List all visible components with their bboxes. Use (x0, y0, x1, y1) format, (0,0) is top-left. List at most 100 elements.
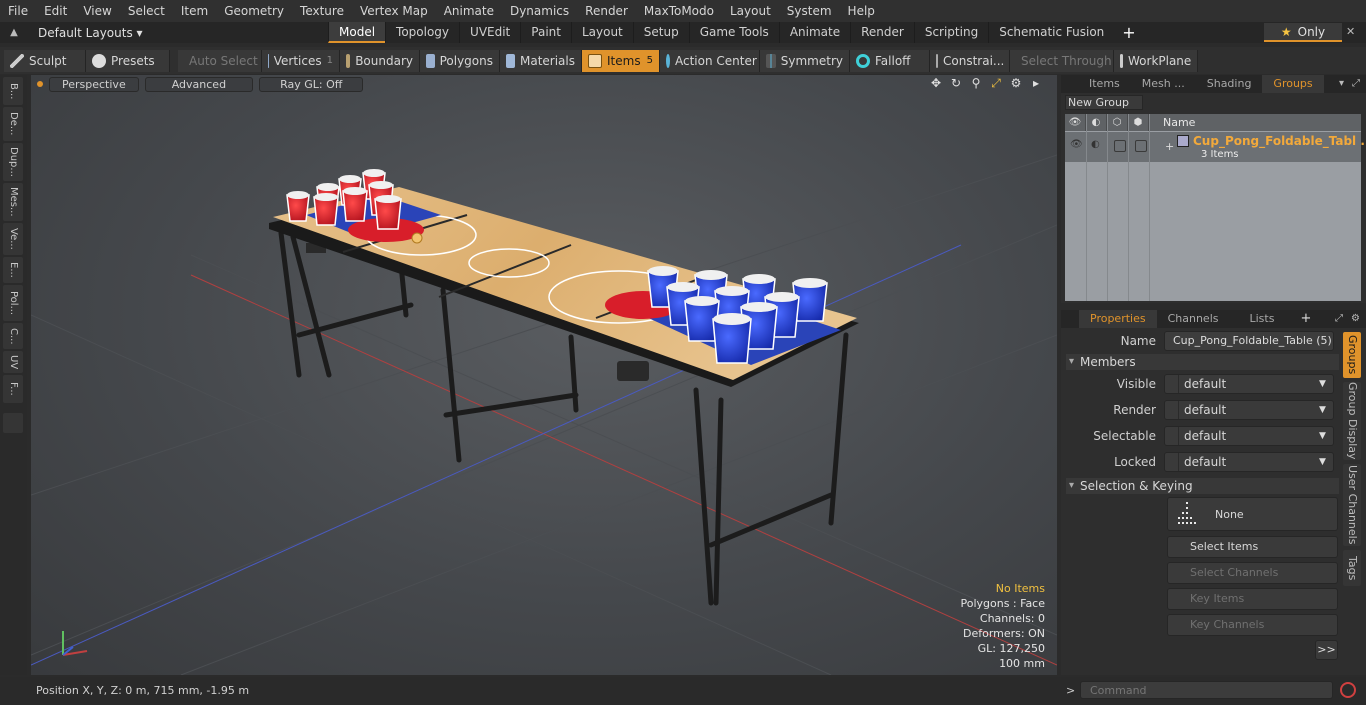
row-lock-checkbox[interactable] (1135, 140, 1147, 152)
none-button[interactable]: None (1167, 497, 1338, 531)
panel-menu-icon[interactable]: ▾ (1339, 75, 1344, 93)
maximize-icon[interactable]: ⤢ (989, 76, 1003, 91)
items-button[interactable]: Items 5 (582, 49, 660, 72)
menu-help[interactable]: Help (840, 0, 883, 22)
raygl-button[interactable]: Ray GL: Off (259, 76, 364, 92)
left-tab-polygon[interactable]: Pol... (3, 285, 23, 321)
command-input[interactable] (1080, 681, 1333, 699)
menu-vertex-map[interactable]: Vertex Map (352, 0, 436, 22)
left-tab-vertex[interactable]: Ve... (3, 223, 23, 255)
vtab-user-channels[interactable]: User Channels (1343, 464, 1361, 546)
lock-cube-icon[interactable]: ⬢ (1128, 114, 1149, 131)
members-section[interactable]: Members (1066, 354, 1339, 370)
viewport-dot-icon[interactable] (37, 81, 43, 87)
constraints-button[interactable]: Constrai... (930, 49, 1010, 72)
menu-texture[interactable]: Texture (292, 0, 352, 22)
select-channels-button[interactable]: Select Channels (1167, 562, 1338, 584)
record-icon[interactable] (1340, 682, 1356, 698)
vtab-tags[interactable]: Tags (1343, 550, 1361, 586)
close-icon[interactable]: ✕ (1346, 25, 1355, 38)
left-tab-edge[interactable]: E... (3, 257, 23, 283)
menu-animate[interactable]: Animate (436, 0, 502, 22)
menu-edit[interactable]: Edit (36, 0, 75, 22)
vtab-group-display[interactable]: Group Display (1343, 382, 1361, 460)
menu-select[interactable]: Select (120, 0, 173, 22)
rotate-view-icon[interactable]: ↻ (949, 76, 963, 91)
tab-scripting[interactable]: Scripting (913, 22, 988, 43)
props-expand-icon[interactable]: ⤢ (1335, 310, 1343, 328)
materials-button[interactable]: Materials (500, 49, 582, 72)
3d-viewport[interactable]: Perspective Advanced Ray GL: Off ✥ ↻ ⚲ ⤢… (31, 75, 1057, 675)
left-tab-fusion[interactable]: F... (3, 375, 23, 403)
left-tab-deform[interactable]: De... (3, 107, 23, 141)
layout-up-icon[interactable]: ▲ (0, 27, 28, 38)
viewport-arrow-icon[interactable]: ▸ (1029, 76, 1043, 91)
workplane-button[interactable]: WorkPlane (1114, 49, 1198, 72)
visibility-eye-icon[interactable]: 👁 (1065, 114, 1086, 131)
new-group-button[interactable]: New Group (1065, 95, 1143, 110)
symmetry-button[interactable]: Symmetry (760, 49, 850, 72)
select-items-button[interactable]: Select Items (1167, 536, 1338, 558)
menu-maxtomodo[interactable]: MaxToModo (636, 0, 722, 22)
menu-render[interactable]: Render (577, 0, 636, 22)
select-through-button[interactable]: Select Through (1010, 49, 1114, 72)
menu-geometry[interactable]: Geometry (216, 0, 292, 22)
tab-render[interactable]: Render (850, 22, 914, 43)
panel-expand-icon[interactable]: ⤢ (1352, 75, 1360, 93)
polygons-button[interactable]: Polygons (420, 49, 500, 72)
group-row[interactable]: 👁 ◐ + Cup_Pong_Foldable_Tabl ... 3 Items (1065, 132, 1366, 162)
visible-dropdown[interactable]: default ▼ (1164, 374, 1334, 394)
left-tab-mesh[interactable]: Mes... (3, 183, 23, 221)
select-cube-icon[interactable]: ⬡ (1107, 114, 1128, 131)
tab-model[interactable]: Model (328, 22, 386, 43)
locked-dropdown[interactable]: default ▼ (1164, 452, 1334, 472)
row-render-icon[interactable]: ◐ (1091, 139, 1103, 151)
left-strip-toggle[interactable] (3, 413, 23, 433)
sculpt-button[interactable]: Sculpt (4, 49, 86, 72)
boundary-button[interactable]: Boundary (340, 49, 420, 72)
tab-shading[interactable]: Shading (1196, 75, 1263, 93)
menu-view[interactable]: View (75, 0, 119, 22)
props-gear-icon[interactable]: ⚙ (1351, 310, 1360, 328)
key-channels-button[interactable]: Key Channels (1167, 614, 1338, 636)
only-button[interactable]: ★ Only (1264, 23, 1342, 42)
default-layouts-dropdown[interactable]: Default Layouts ▾ (28, 26, 148, 40)
tab-groups[interactable]: Groups (1262, 75, 1324, 93)
more-button[interactable]: >> (1315, 640, 1338, 660)
tab-uvedit[interactable]: UVEdit (459, 22, 520, 43)
left-tab-uv[interactable]: UV (3, 351, 23, 373)
selection-keying-section[interactable]: Selection & Keying (1066, 478, 1339, 494)
selectable-dropdown[interactable]: default ▼ (1164, 426, 1334, 446)
name-field[interactable]: Cup_Pong_Foldable_Table (5) (1164, 331, 1334, 351)
render-dropdown[interactable]: default ▼ (1164, 400, 1334, 420)
advanced-button[interactable]: Advanced (144, 76, 254, 92)
vertices-button[interactable]: Vertices 1 (262, 49, 340, 72)
command-arrow-icon[interactable]: > (1066, 684, 1075, 697)
tab-game-tools[interactable]: Game Tools (688, 22, 779, 43)
perspective-button[interactable]: Perspective (49, 76, 139, 92)
tab-channels[interactable]: Channels (1157, 310, 1230, 328)
left-tab-b[interactable]: B... (3, 77, 23, 105)
render-icon[interactable]: ◐ (1086, 114, 1107, 131)
tab-items[interactable]: Items (1061, 75, 1131, 93)
tab-animate[interactable]: Animate (778, 22, 850, 43)
tab-layout[interactable]: Layout (570, 22, 633, 43)
presets-button[interactable]: Presets (86, 49, 170, 72)
tab-lists[interactable]: Lists (1230, 310, 1295, 328)
left-tab-duplicate[interactable]: Dup... (3, 143, 23, 181)
expand-plus-icon[interactable]: + (1165, 140, 1174, 153)
auto-select-button[interactable]: Auto Select (178, 49, 262, 72)
zoom-view-icon[interactable]: ⚲ (969, 76, 983, 91)
tab-schematic-fusion[interactable]: Schematic Fusion (988, 22, 1114, 43)
menu-dynamics[interactable]: Dynamics (502, 0, 577, 22)
move-view-icon[interactable]: ✥ (929, 76, 943, 91)
tab-properties[interactable]: Properties (1079, 310, 1157, 328)
action-center-button[interactable]: Action Center (660, 49, 760, 72)
tab-topology[interactable]: Topology (385, 22, 459, 43)
menu-item[interactable]: Item (173, 0, 216, 22)
falloff-button[interactable]: Falloff (850, 49, 930, 72)
tab-paint[interactable]: Paint (520, 22, 571, 43)
tab-setup[interactable]: Setup (632, 22, 689, 43)
viewport-gear-icon[interactable]: ⚙ (1009, 76, 1023, 91)
tab-mesh[interactable]: Mesh ... (1131, 75, 1196, 93)
